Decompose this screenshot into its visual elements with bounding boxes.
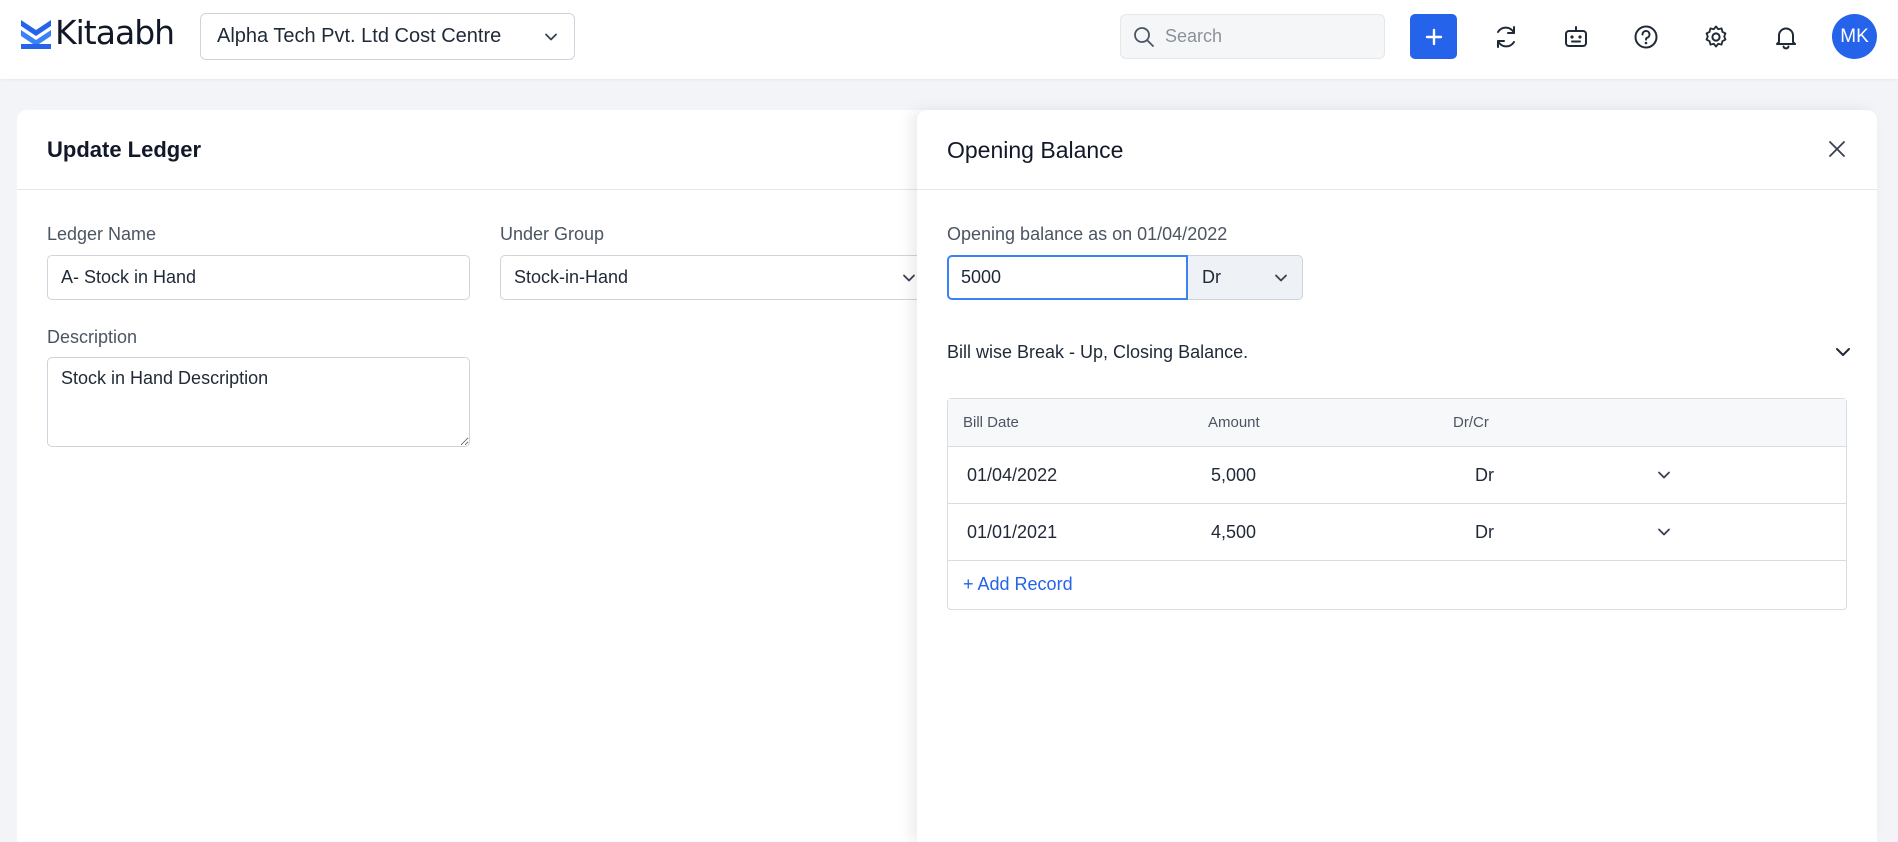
- amount-cell[interactable]: 5,000: [1211, 465, 1256, 486]
- column-header-bill-date: Bill Date: [963, 414, 1019, 431]
- search-input[interactable]: [1165, 26, 1365, 47]
- notifications-button[interactable]: [1768, 19, 1804, 55]
- bill-table: Bill Date Amount Dr/Cr 01/04/2022 5,000 …: [947, 398, 1847, 610]
- bill-date-cell[interactable]: 01/01/2021: [967, 522, 1057, 543]
- table-row: 01/01/2021 4,500 Dr: [948, 504, 1846, 561]
- opening-balance-label: Opening balance as on 01/04/2022: [947, 224, 1228, 244]
- description-field[interactable]: Stock in Hand Description: [47, 357, 470, 447]
- table-header: Bill Date Amount Dr/Cr: [948, 399, 1846, 447]
- under-group-select[interactable]: Stock-in-Hand: [500, 255, 930, 300]
- under-group-label: Under Group: [500, 224, 605, 244]
- chevron-down-icon: [545, 33, 557, 40]
- refresh-button[interactable]: [1488, 19, 1524, 55]
- update-ledger-card: Update Ledger Ledger Name Under Group St…: [17, 110, 937, 842]
- row-drcr-value: Dr: [1475, 464, 1494, 485]
- page-title: Update Ledger: [47, 137, 202, 162]
- app-logo[interactable]: Kitaabh: [19, 13, 175, 52]
- opening-balance-drcr-select[interactable]: Dr: [1188, 255, 1303, 300]
- amount-cell[interactable]: 4,500: [1211, 522, 1256, 543]
- company-select[interactable]: Alpha Tech Pvt. Ltd Cost Centre: [200, 13, 575, 60]
- avatar[interactable]: MK: [1832, 14, 1877, 59]
- chevron-down-icon: [1658, 528, 1670, 536]
- bill-date-cell[interactable]: 01/04/2022: [967, 465, 1057, 486]
- chevron-down-icon: [1275, 274, 1287, 281]
- bell-icon: [1776, 27, 1796, 50]
- drcr-value: Dr: [1202, 267, 1221, 287]
- divider: [17, 189, 937, 190]
- bill-wise-toggle[interactable]: Bill wise Break - Up, Closing Balance.: [947, 332, 1852, 372]
- bill-wise-label: Bill wise Break - Up, Closing Balance.: [947, 341, 1249, 362]
- chevron-down-icon: [903, 274, 915, 281]
- add-button[interactable]: [1410, 14, 1457, 59]
- refresh-icon: [1497, 26, 1515, 48]
- row-drcr-value: Dr: [1475, 521, 1494, 542]
- close-icon: [1829, 141, 1845, 157]
- plus-icon: [1425, 28, 1442, 45]
- help-icon: [1634, 25, 1658, 49]
- divider: [917, 189, 1877, 190]
- close-button[interactable]: [1822, 134, 1852, 164]
- chevron-down-icon: [1658, 471, 1670, 479]
- ledger-name-label: Ledger Name: [47, 224, 157, 244]
- top-bar: Kitaabh Alpha Tech Pvt. Ltd Cost Centre: [0, 0, 1898, 79]
- description-label: Description: [47, 327, 138, 347]
- search-icon: [1134, 26, 1154, 47]
- column-header-amount: Amount: [1208, 414, 1260, 431]
- help-button[interactable]: [1628, 19, 1664, 55]
- row-drcr-select[interactable]: Dr: [1453, 512, 1693, 552]
- bot-icon: [1565, 26, 1587, 47]
- search-box: [1120, 14, 1385, 59]
- column-header-drcr: Dr/Cr: [1453, 414, 1489, 431]
- bot-button[interactable]: [1558, 19, 1594, 55]
- logo-icon: [21, 20, 51, 49]
- company-select-value: Alpha Tech Pvt. Ltd Cost Centre: [217, 25, 502, 47]
- settings-button[interactable]: [1698, 19, 1734, 55]
- opening-balance-input[interactable]: [947, 255, 1188, 300]
- logo-text: Kitaabh: [55, 13, 175, 52]
- opening-balance-drawer: Opening Balance Opening balance as on 01…: [917, 110, 1877, 842]
- chevron-down-icon: [1836, 348, 1850, 356]
- gear-icon: [1705, 25, 1727, 48]
- under-group-value: Stock-in-Hand: [514, 267, 629, 287]
- ledger-name-input[interactable]: [47, 255, 470, 300]
- drawer-title: Opening Balance: [947, 137, 1124, 163]
- table-row: 01/04/2022 5,000 Dr: [948, 447, 1846, 504]
- row-drcr-select[interactable]: Dr: [1453, 455, 1693, 495]
- add-record-link[interactable]: + Add Record: [963, 574, 1073, 595]
